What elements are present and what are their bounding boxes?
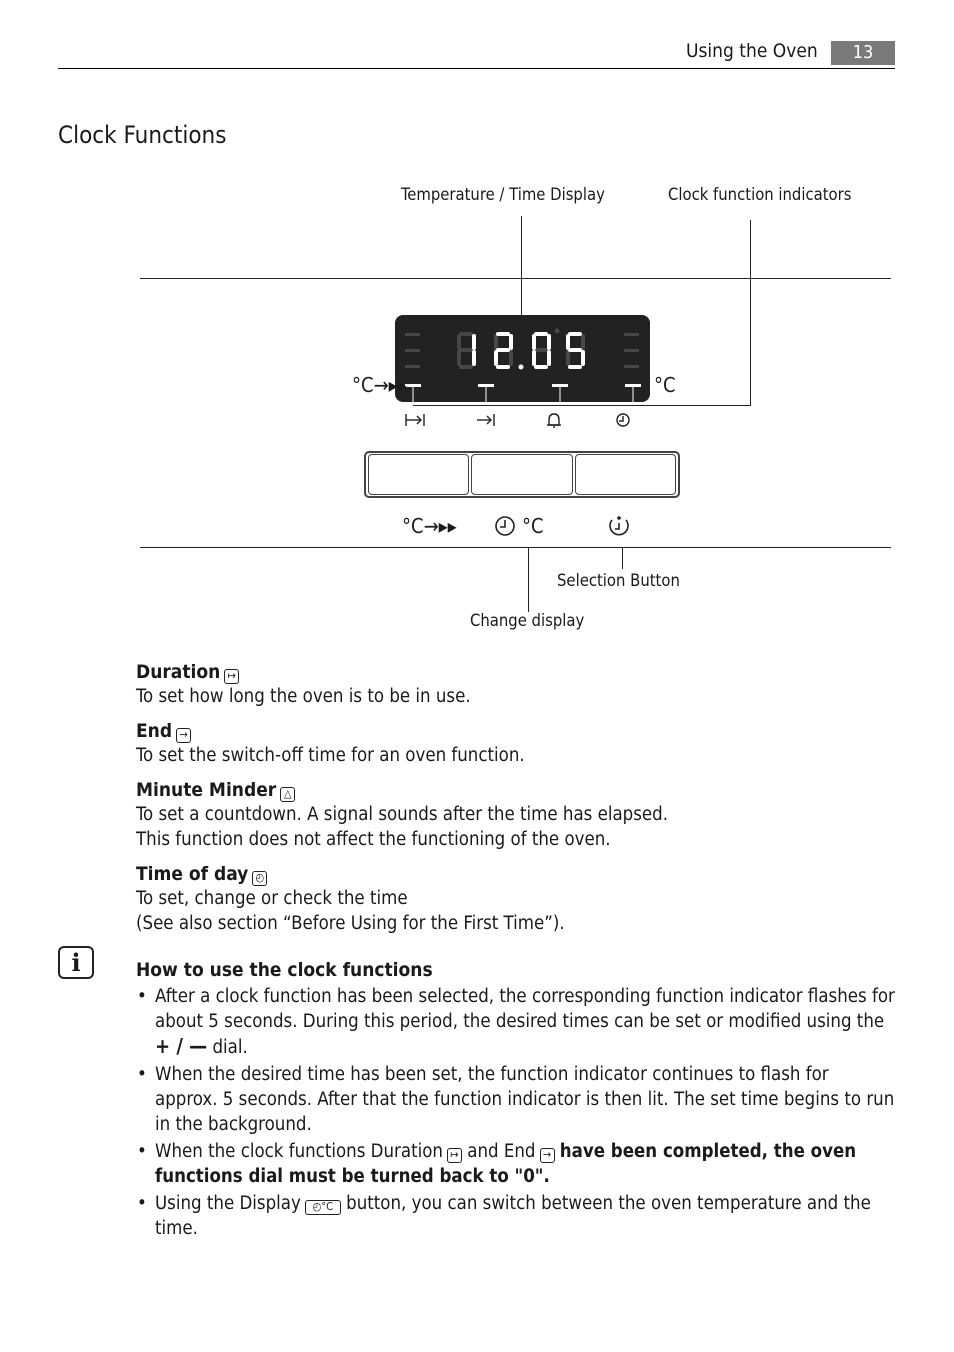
end-icon: [477, 414, 495, 426]
digit-5: [566, 332, 585, 369]
page-title: Clock Functions: [58, 121, 227, 149]
function-desc: (See also section “Before Using for the …: [136, 913, 565, 934]
leader-selection: [622, 547, 623, 569]
plus-minus-dial-icon: + / —: [155, 1034, 208, 1058]
function-desc: To set, change or check the time: [136, 888, 408, 909]
temperature-symbol: °C: [654, 373, 676, 397]
leader-indicators-h: [413, 405, 751, 406]
fast-heat-symbol: °C→▸▸: [352, 373, 407, 397]
control-buttons: [364, 451, 680, 498]
seven-segment-display: [405, 328, 641, 402]
temperature-time-display: [395, 315, 650, 402]
indicator-minute-minder: [552, 384, 568, 387]
temperature-label: °C: [522, 514, 544, 538]
bell-icon: △: [280, 787, 296, 802]
digit-2: [494, 332, 513, 369]
change-display-button[interactable]: [471, 454, 573, 495]
function-desc: To set a countdown. A signal sounds afte…: [136, 804, 669, 825]
selection-button[interactable]: [574, 454, 676, 495]
function-desc: To set how long the oven is to be in use…: [136, 686, 471, 707]
end-icon: →: [176, 728, 192, 743]
function-desc: This function does not affect the functi…: [136, 829, 611, 850]
duration-icon: ↦: [224, 669, 240, 684]
label-selection-button: Selection Button: [557, 571, 680, 590]
label-temperature-time-display: Temperature / Time Display: [401, 185, 605, 204]
fast-heat-button[interactable]: [368, 454, 470, 495]
duration-icon: ↦: [446, 1148, 462, 1163]
fast-heat-icon: °C→▸▸: [402, 514, 457, 538]
indicator-icons-row: [405, 413, 630, 428]
function-name: Duration: [136, 661, 221, 683]
function-minute-minder: Minute Minder △ To set a countdown. A sig…: [136, 779, 668, 852]
function-desc: To set the switch-off time for an oven f…: [136, 745, 525, 766]
function-end: End → To set the switch-off time for an o…: [136, 720, 525, 768]
info-heading: How to use the clock functions: [136, 959, 433, 981]
indicator-time-of-day: [625, 384, 641, 387]
page-number: 13: [831, 41, 895, 65]
bell-icon: [547, 413, 561, 428]
info-bullet: Using the Display◴°C button, you can swi…: [136, 1191, 896, 1241]
digit-1: [457, 332, 476, 369]
diagram-bottom-rule: [140, 547, 891, 548]
function-time-of-day: Time of day ◴ To set, change or check the…: [136, 863, 565, 936]
leader-change-display: [528, 547, 529, 612]
duration-icon: [405, 414, 425, 426]
function-name: End: [136, 720, 173, 742]
info-block: How to use the clock functions After a c…: [136, 959, 896, 1243]
function-name: Time of day: [136, 863, 249, 885]
clock-icon: ◴: [252, 871, 268, 886]
end-icon: →: [539, 1148, 555, 1163]
function-duration: Duration ↦ To set how long the oven is to…: [136, 661, 471, 709]
digit-0: [532, 332, 551, 369]
info-bullet: After a clock function has been selected…: [136, 984, 896, 1060]
clock-temp-icon: ◴°C: [304, 1200, 341, 1215]
leader-indicators-v: [750, 220, 751, 406]
clock-icon: [616, 413, 630, 427]
info-bullet: When the desired time has been set, the …: [136, 1062, 896, 1137]
label-clock-function-indicators: Clock function indicators: [668, 185, 852, 204]
indicator-duration: [405, 384, 421, 387]
header-rule: [58, 68, 895, 69]
label-change-display: Change display: [470, 611, 585, 630]
selection-icon: [609, 516, 629, 536]
diagram-top-rule: [140, 278, 891, 279]
clock-temp-icon: [495, 516, 515, 536]
function-name: Minute Minder: [136, 779, 277, 801]
info-bullet: When the clock functions Duration↦ and E…: [136, 1139, 896, 1189]
leader-display: [521, 216, 522, 324]
header-section-title: Using the Oven: [686, 40, 818, 62]
info-icon: i: [58, 946, 94, 979]
indicator-end: [478, 384, 494, 387]
